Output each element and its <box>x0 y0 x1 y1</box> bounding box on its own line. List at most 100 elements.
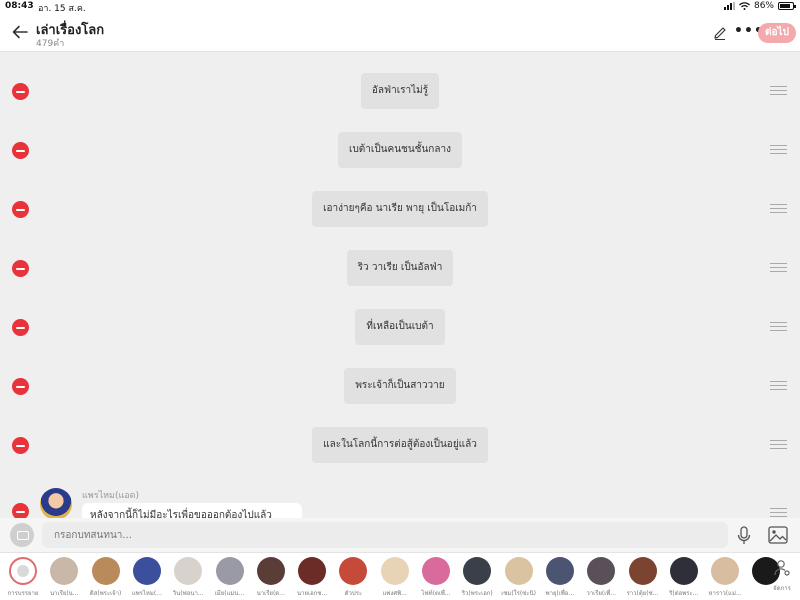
character-name: พายุ(เพื่อ... <box>545 590 575 597</box>
avatar <box>504 557 533 585</box>
character-avatar[interactable]: ริว(พระเอก) <box>456 557 498 598</box>
character-name: แพ่งศพิ... <box>382 590 407 597</box>
input-bar <box>0 518 800 552</box>
character-name: ริว(พระเอก) <box>461 590 493 597</box>
dialogue-input[interactable] <box>42 522 728 548</box>
drag-handle-icon[interactable] <box>770 145 787 154</box>
wifi-icon <box>739 2 750 10</box>
character-avatar[interactable]: แพรไหม(... <box>126 557 168 598</box>
bubble-wrap: อัลฟ่าเราไม่รู้ <box>0 73 800 109</box>
character-avatar[interactable]: ติส(พระเจ้า) <box>85 557 127 598</box>
bubble-wrap: ที่เหลือเป็นเบต้า <box>0 309 800 345</box>
message-bubble[interactable]: เอาง่ายๆคือ นาเรีย พายุ เป็นโอเมก้า <box>312 191 488 227</box>
cellular-signal-icon <box>723 2 735 10</box>
drag-handle-icon[interactable] <box>770 508 787 517</box>
character-name: ไฟท์(ตเพื่... <box>421 590 451 597</box>
message-bubble[interactable]: และในโลกนี้การต่อสู้ต้องเป็นอยู่แล้ว <box>312 427 488 463</box>
message-bubble[interactable]: เบต้าเป็นคนชนชั้นกลาง <box>338 132 462 168</box>
status-bar: 08:43 อา. 15 ส.ค. 86% <box>0 0 800 14</box>
message-bubble[interactable]: ริว วาเรีย เป็นอัลฟ่า <box>346 250 454 286</box>
message-row: เบต้าเป็นคนชนชั้นกลาง <box>0 130 800 170</box>
character-avatar[interactable]: เซม(ใร(ซ่ะนิ) <box>498 557 540 598</box>
character-avatar[interactable]: แพ่งศพิ... <box>374 557 416 598</box>
message-bubble[interactable]: ที่เหลือเป็นเบต้า <box>355 309 445 345</box>
character-name: วิน(ฟอนา... <box>172 590 204 597</box>
manage-label: จัดการ <box>773 585 791 592</box>
avatar <box>669 557 698 585</box>
avatar <box>215 557 244 585</box>
character-avatar[interactable]: วาเรีย(เพื่... <box>580 557 622 598</box>
message-row: และในโลกนี้การต่อสู้ต้องเป็นอยู่แล้ว <box>0 425 800 465</box>
drag-handle-icon[interactable] <box>770 204 787 213</box>
message-bubble[interactable]: อัลฟ่าเราไม่รู้ <box>360 73 440 109</box>
avatar <box>50 557 79 585</box>
avatar <box>174 557 203 585</box>
avatar <box>711 557 740 585</box>
message-row: ที่เหลือเป็นเบต้า <box>0 307 800 347</box>
character-name: ราว(ตุ้ย(ซ่... <box>626 590 659 597</box>
drag-handle-icon[interactable] <box>770 381 787 390</box>
image-icon[interactable] <box>768 526 788 544</box>
character-name: เมีย(แม่น... <box>214 590 245 597</box>
chat-mode-icon[interactable] <box>10 523 34 547</box>
back-arrow-icon[interactable] <box>10 22 30 42</box>
message-row: ริว วาเรีย เป็นอัลฟ่า <box>0 248 800 288</box>
character-avatar[interactable]: วิน(ฟอนา... <box>167 557 209 598</box>
message-row: พระเจ้าก็เป็นสาววาย <box>0 366 800 406</box>
delete-icon[interactable] <box>12 503 29 518</box>
message-row: อัลฟ่าเราไม่รู้ <box>0 71 800 111</box>
character-name: นาเรีย(น... <box>50 590 79 597</box>
chat-sender-name: แพรไหม(แอด) <box>82 491 140 501</box>
character-avatar[interactable]: นาเรีย(ด... <box>250 557 292 598</box>
character-name: ริ(ต่อพระ... <box>669 590 699 597</box>
drag-handle-icon[interactable] <box>770 86 787 95</box>
avatar <box>545 557 574 585</box>
avatar <box>298 557 327 585</box>
header: เล่าเรื่องโลก 479คำ ••• ต่อไป <box>0 14 800 52</box>
drag-handle-icon[interactable] <box>770 440 787 449</box>
character-name: ติส(พระเจ้า) <box>89 590 122 597</box>
character-avatar[interactable]: ตัวประ <box>332 557 374 598</box>
character-avatar[interactable]: หาราว(แม่... <box>704 557 746 598</box>
character-name: หาราว(แม่... <box>708 590 742 597</box>
drag-handle-icon[interactable] <box>770 263 787 272</box>
chat-bubble[interactable]: หลังจากนี้ก็ไม่มีอะไรเพื่อขอออกต้องไปแล้… <box>82 503 302 518</box>
avatar <box>628 557 657 585</box>
battery-icon <box>778 2 796 10</box>
character-name: นายเอกช... <box>297 590 328 597</box>
character-avatar[interactable]: พายุ(เพื่อ... <box>539 557 581 598</box>
message-row: เอาง่ายๆคือ นาเรีย พายุ เป็นโอเมก้า <box>0 189 800 229</box>
avatar <box>339 557 368 585</box>
character-name: การบรรยาย <box>7 590 39 597</box>
pencil-icon[interactable] <box>712 25 728 41</box>
message-bubble[interactable]: พระเจ้าก็เป็นสาววาย <box>344 368 456 404</box>
character-avatar[interactable]: ริ(ต่อพระ... <box>663 557 705 598</box>
word-count: 479คำ <box>36 39 65 49</box>
microphone-icon[interactable] <box>736 526 752 545</box>
bubble-wrap: เอาง่ายๆคือ นาเรีย พายุ เป็นโอเมก้า <box>0 191 800 227</box>
narration-button[interactable]: การบรรยาย <box>2 557 44 598</box>
avatar <box>91 557 120 585</box>
manage-characters-button[interactable]: จัดการ <box>768 559 796 593</box>
avatar <box>380 557 409 585</box>
chat-message: แพรไหม(แอด) หลังจากนี้ก็ไม่มีอะไรเพื่อขอ… <box>0 486 800 518</box>
avatar <box>40 488 72 518</box>
character-avatar[interactable]: ราว(ตุ้ย(ซ่... <box>622 557 664 598</box>
battery-percent: 86% <box>753 1 774 11</box>
character-name: วาเรีย(เพื่... <box>586 590 616 597</box>
character-avatar[interactable]: ไฟท์(ตเพื่... <box>415 557 457 598</box>
next-button[interactable]: ต่อไป <box>758 23 796 43</box>
avatar <box>463 557 492 585</box>
status-date: อา. 15 ส.ค. <box>38 4 86 14</box>
bubble-wrap: ริว วาเรีย เป็นอัลฟ่า <box>0 250 800 286</box>
character-bar: การบรรยาย นาเรีย(น... ติส(พระเจ้า) แพรไหม(.… <box>0 552 800 600</box>
narration-icon <box>9 557 37 585</box>
drag-handle-icon[interactable] <box>770 322 787 331</box>
avatar <box>422 557 450 585</box>
avatar <box>132 557 161 585</box>
character-avatar[interactable]: นายเอกช... <box>291 557 333 598</box>
character-avatar[interactable]: นาเรีย(น... <box>43 557 85 598</box>
character-avatar[interactable]: เมีย(แม่น... <box>209 557 251 598</box>
avatar <box>256 557 285 585</box>
avatar <box>587 557 616 585</box>
